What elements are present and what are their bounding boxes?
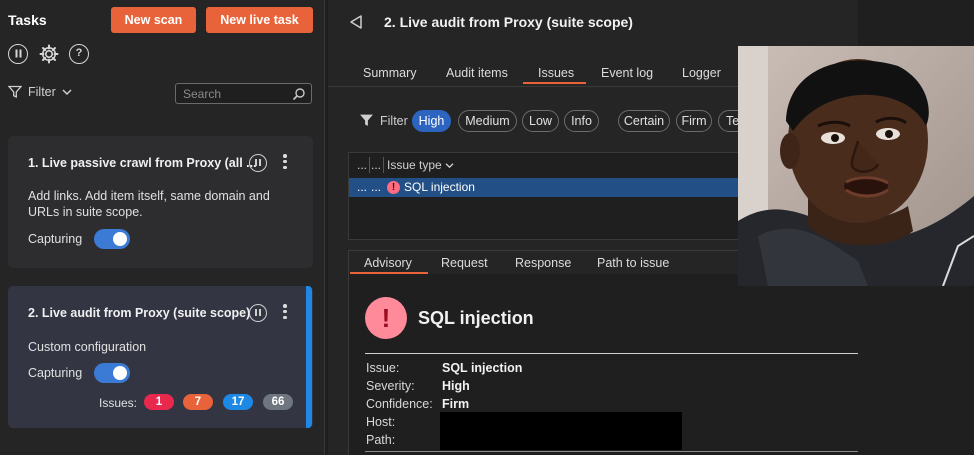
pause-task-icon[interactable] [249, 304, 267, 322]
chevron-down-icon [62, 89, 72, 96]
redacted-host-path [440, 412, 682, 450]
divider [365, 353, 858, 354]
tab-advisory[interactable]: Advisory [364, 256, 412, 270]
task-card-1[interactable]: 1. Live passive crawl from Proxy (all ..… [8, 136, 313, 268]
overlay-photo [738, 46, 974, 286]
task-card-title: 1. Live passive crawl from Proxy (all ..… [28, 156, 257, 170]
issues-label: Issues: [99, 396, 138, 410]
field-label: Issue: [366, 361, 400, 375]
confidence-value: Firm [442, 397, 470, 411]
more-options-icon[interactable] [283, 154, 287, 170]
pause-task-icon[interactable] [249, 154, 267, 172]
task-search-input[interactable] [176, 84, 286, 103]
chip-firm[interactable]: Firm [676, 110, 712, 132]
column-header[interactable]: ... [371, 153, 381, 177]
high-severity-icon: ! [387, 181, 400, 194]
issue-name-cell: SQL injection [404, 180, 475, 194]
divider [365, 451, 858, 452]
column-divider[interactable] [383, 157, 384, 173]
chip-certain[interactable]: Certain [618, 110, 670, 132]
task-filter[interactable]: Filter [8, 85, 72, 99]
advisory-title: SQL injection [418, 308, 534, 328]
task-card-2[interactable]: 2. Live audit from Proxy (suite scope) C… [8, 286, 313, 428]
info-issues-badge: 66 [263, 394, 293, 410]
tab-issues[interactable]: Issues [538, 66, 574, 80]
active-tab-indicator [523, 82, 586, 84]
chip-medium[interactable]: Medium [458, 110, 517, 132]
chip-low[interactable]: Low [522, 110, 559, 132]
tab-audit-items[interactable]: Audit items [446, 66, 508, 80]
task-search [175, 83, 312, 104]
field-label: Confidence: [366, 397, 433, 411]
table-cell: ... [357, 180, 368, 194]
issues-table: ... ... Issue type ... ... ! SQL injecti… [348, 152, 769, 240]
field-label: Severity: [366, 379, 415, 393]
task-card-description: Add links. Add item itself, same domain … [28, 189, 270, 219]
task-detail-title: 2. Live audit from Proxy (suite scope) [384, 14, 633, 30]
column-header-label: Issue type [387, 158, 442, 172]
tab-event-log[interactable]: Event log [601, 66, 653, 80]
selected-card-indicator [306, 286, 312, 428]
column-divider[interactable] [369, 157, 370, 173]
column-header[interactable]: ... [357, 153, 367, 177]
more-options-icon[interactable] [283, 304, 287, 320]
help-icon[interactable]: ? [69, 44, 89, 64]
issue-value: SQL injection [442, 361, 523, 375]
tab-logger[interactable]: Logger [682, 66, 721, 80]
pause-all-icon[interactable] [8, 44, 28, 64]
high-issues-badge: 1 [144, 394, 174, 410]
chip-info[interactable]: Info [564, 110, 599, 132]
task-card-title: 2. Live audit from Proxy (suite scope) [28, 306, 251, 320]
capturing-toggle[interactable] [94, 229, 130, 249]
issue-filter-label: Filter [380, 113, 408, 128]
tab-summary[interactable]: Summary [363, 66, 416, 80]
tasks-title: Tasks [8, 12, 47, 28]
tab-path-to-issue[interactable]: Path to issue [597, 256, 669, 270]
back-arrow-icon[interactable] [348, 14, 364, 33]
capturing-label: Capturing [28, 366, 83, 380]
field-label: Host: [366, 415, 396, 429]
settings-gear-icon[interactable] [38, 43, 60, 68]
low-issues-badge: 17 [223, 394, 253, 410]
column-header-issue-type[interactable]: Issue type [387, 153, 454, 177]
chevron-down-icon [445, 163, 454, 169]
field-label: Path: [366, 433, 396, 447]
task-filter-label: Filter [28, 85, 56, 99]
new-live-task-button[interactable]: New live task [206, 7, 313, 33]
chip-high[interactable]: High [412, 110, 451, 132]
filter-icon [8, 85, 22, 99]
capturing-toggle[interactable] [94, 363, 130, 383]
tab-request[interactable]: Request [441, 256, 488, 270]
medium-issues-badge: 7 [183, 394, 213, 410]
search-icon [292, 88, 305, 101]
filter-icon [360, 114, 373, 126]
issue-filter[interactable]: Filter [359, 113, 408, 128]
capturing-label: Capturing [28, 232, 83, 246]
tab-response[interactable]: Response [515, 256, 571, 270]
table-cell: ... [371, 180, 382, 194]
new-scan-button[interactable]: New scan [111, 7, 196, 33]
task-card-description: Custom configuration [28, 340, 147, 354]
severity-value: High [442, 379, 470, 393]
table-row[interactable]: ... ... ! SQL injection [349, 178, 769, 197]
high-severity-icon: ! [365, 297, 407, 339]
